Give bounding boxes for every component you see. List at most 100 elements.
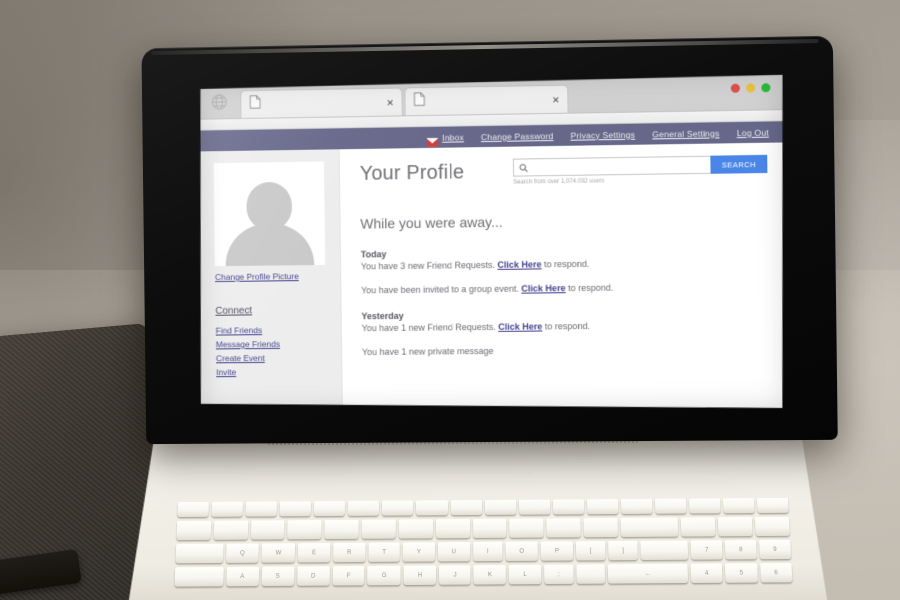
sidebar-item-inbox[interactable]: Inbox xyxy=(427,132,464,143)
key[interactable] xyxy=(518,499,550,515)
tab-close-icon[interactable]: × xyxy=(552,93,559,105)
key-return[interactable]: ← xyxy=(607,563,689,584)
key[interactable] xyxy=(250,520,286,540)
key[interactable] xyxy=(754,516,790,537)
key[interactable] xyxy=(509,518,544,538)
keyboard-row-function[interactable] xyxy=(177,497,789,518)
key-h[interactable]: H xyxy=(403,565,437,586)
key-p[interactable]: P xyxy=(540,541,574,561)
window-close-button[interactable] xyxy=(731,84,740,93)
key-q[interactable]: Q xyxy=(225,543,259,563)
search-field[interactable] xyxy=(513,156,711,177)
key[interactable] xyxy=(681,517,716,537)
window-controls[interactable] xyxy=(731,83,771,93)
key-e[interactable]: E xyxy=(298,543,331,563)
key-j[interactable]: J xyxy=(439,565,471,585)
key-i[interactable]: I xyxy=(472,541,503,562)
window-maximize-button[interactable] xyxy=(761,83,770,92)
key-y[interactable]: Y xyxy=(402,542,435,562)
keyboard-row-home[interactable]: A S D F G H J K L ; ← 4 5 6 xyxy=(174,563,793,587)
key[interactable] xyxy=(722,498,755,514)
nav-link-log-out[interactable]: Log Out xyxy=(737,127,769,138)
key-o[interactable]: O xyxy=(505,541,539,561)
search-button[interactable]: SEARCH xyxy=(710,155,767,174)
key[interactable] xyxy=(361,519,396,539)
key-t[interactable]: T xyxy=(368,542,400,562)
key-r[interactable]: R xyxy=(332,542,366,563)
window-minimize-button[interactable] xyxy=(746,83,755,92)
key[interactable] xyxy=(472,518,507,539)
sidebar-item-find-friends[interactable]: Find Friends xyxy=(216,325,331,336)
tab-close-icon[interactable]: × xyxy=(387,96,394,108)
key[interactable] xyxy=(546,518,581,538)
key-capslock[interactable] xyxy=(174,566,224,587)
key[interactable] xyxy=(245,501,278,517)
key[interactable] xyxy=(552,499,585,515)
key[interactable] xyxy=(620,498,653,514)
browser-tab[interactable]: × xyxy=(240,87,402,118)
key[interactable] xyxy=(756,497,789,514)
key-num-7[interactable]: 7 xyxy=(690,540,723,560)
key-enter[interactable] xyxy=(640,540,689,561)
sidebar-item-invite[interactable]: Invite xyxy=(216,366,331,377)
key[interactable] xyxy=(718,517,753,537)
key[interactable] xyxy=(176,520,212,541)
keyboard-row-number[interactable] xyxy=(176,516,790,541)
key-num-5[interactable]: 5 xyxy=(725,563,758,583)
key[interactable] xyxy=(313,500,346,517)
key-bracket-right[interactable]: ] xyxy=(608,540,639,561)
key-num-8[interactable]: 8 xyxy=(724,540,757,560)
search-input[interactable] xyxy=(531,159,710,173)
click-here-link[interactable]: Click Here xyxy=(521,283,565,293)
key-num-4[interactable]: 4 xyxy=(690,563,723,583)
key[interactable] xyxy=(688,498,721,514)
change-profile-picture-link[interactable]: Change Profile Picture xyxy=(215,271,330,282)
key-tab[interactable] xyxy=(175,543,224,564)
key[interactable] xyxy=(177,501,209,518)
key[interactable] xyxy=(450,500,482,516)
key-num-6[interactable]: 6 xyxy=(759,563,793,583)
key[interactable] xyxy=(586,499,619,515)
key-a[interactable]: A xyxy=(225,566,259,587)
key-w[interactable]: W xyxy=(261,543,296,563)
nav-link-inbox[interactable]: Inbox xyxy=(442,132,464,142)
key[interactable] xyxy=(211,501,244,517)
key[interactable] xyxy=(583,517,618,538)
sidebar-item-message-friends[interactable]: Message Friends xyxy=(216,338,331,349)
key-semicolon[interactable]: ; xyxy=(543,564,575,585)
nav-link-change-password[interactable]: Change Password xyxy=(481,130,554,141)
key[interactable] xyxy=(435,519,470,539)
nav-link-privacy-settings[interactable]: Privacy Settings xyxy=(570,129,635,140)
sidebar-item-create-event[interactable]: Create Event xyxy=(216,352,331,363)
laptop-keyboard[interactable]: Q W E R T Y U I O P [ ] 7 8 9 A S D F G … xyxy=(174,497,794,600)
key[interactable] xyxy=(382,500,414,516)
key[interactable] xyxy=(348,500,380,516)
browser-tab[interactable]: × xyxy=(404,85,568,116)
keyboard-row-qwerty[interactable]: Q W E R T Y U I O P [ ] 7 8 9 xyxy=(175,539,792,564)
click-here-link[interactable]: Click Here xyxy=(497,259,541,270)
globe-icon[interactable] xyxy=(197,84,241,118)
key-f[interactable]: F xyxy=(332,565,365,586)
key[interactable] xyxy=(287,520,322,540)
key[interactable] xyxy=(324,519,359,540)
key-s[interactable]: S xyxy=(261,566,295,587)
key-num-9[interactable]: 9 xyxy=(758,539,792,560)
nav-link-general-settings[interactable]: General Settings xyxy=(652,128,719,139)
click-here-link[interactable]: Click Here xyxy=(498,322,542,332)
key-g[interactable]: G xyxy=(367,565,401,586)
key[interactable] xyxy=(654,498,687,514)
key-k[interactable]: K xyxy=(473,565,507,585)
page-body: Change Profile Picture Connect Find Frie… xyxy=(198,142,787,412)
key-quote[interactable] xyxy=(576,564,606,584)
key-backspace[interactable] xyxy=(620,517,679,537)
key-d[interactable]: D xyxy=(296,566,330,586)
avatar[interactable] xyxy=(214,161,326,266)
key[interactable] xyxy=(213,520,249,540)
key[interactable] xyxy=(279,501,312,517)
key-l[interactable]: L xyxy=(509,564,542,585)
key-u[interactable]: U xyxy=(437,542,470,562)
key[interactable] xyxy=(416,500,448,516)
key-bracket-left[interactable]: [ xyxy=(575,541,606,561)
key[interactable] xyxy=(398,519,433,539)
key[interactable] xyxy=(484,499,516,515)
